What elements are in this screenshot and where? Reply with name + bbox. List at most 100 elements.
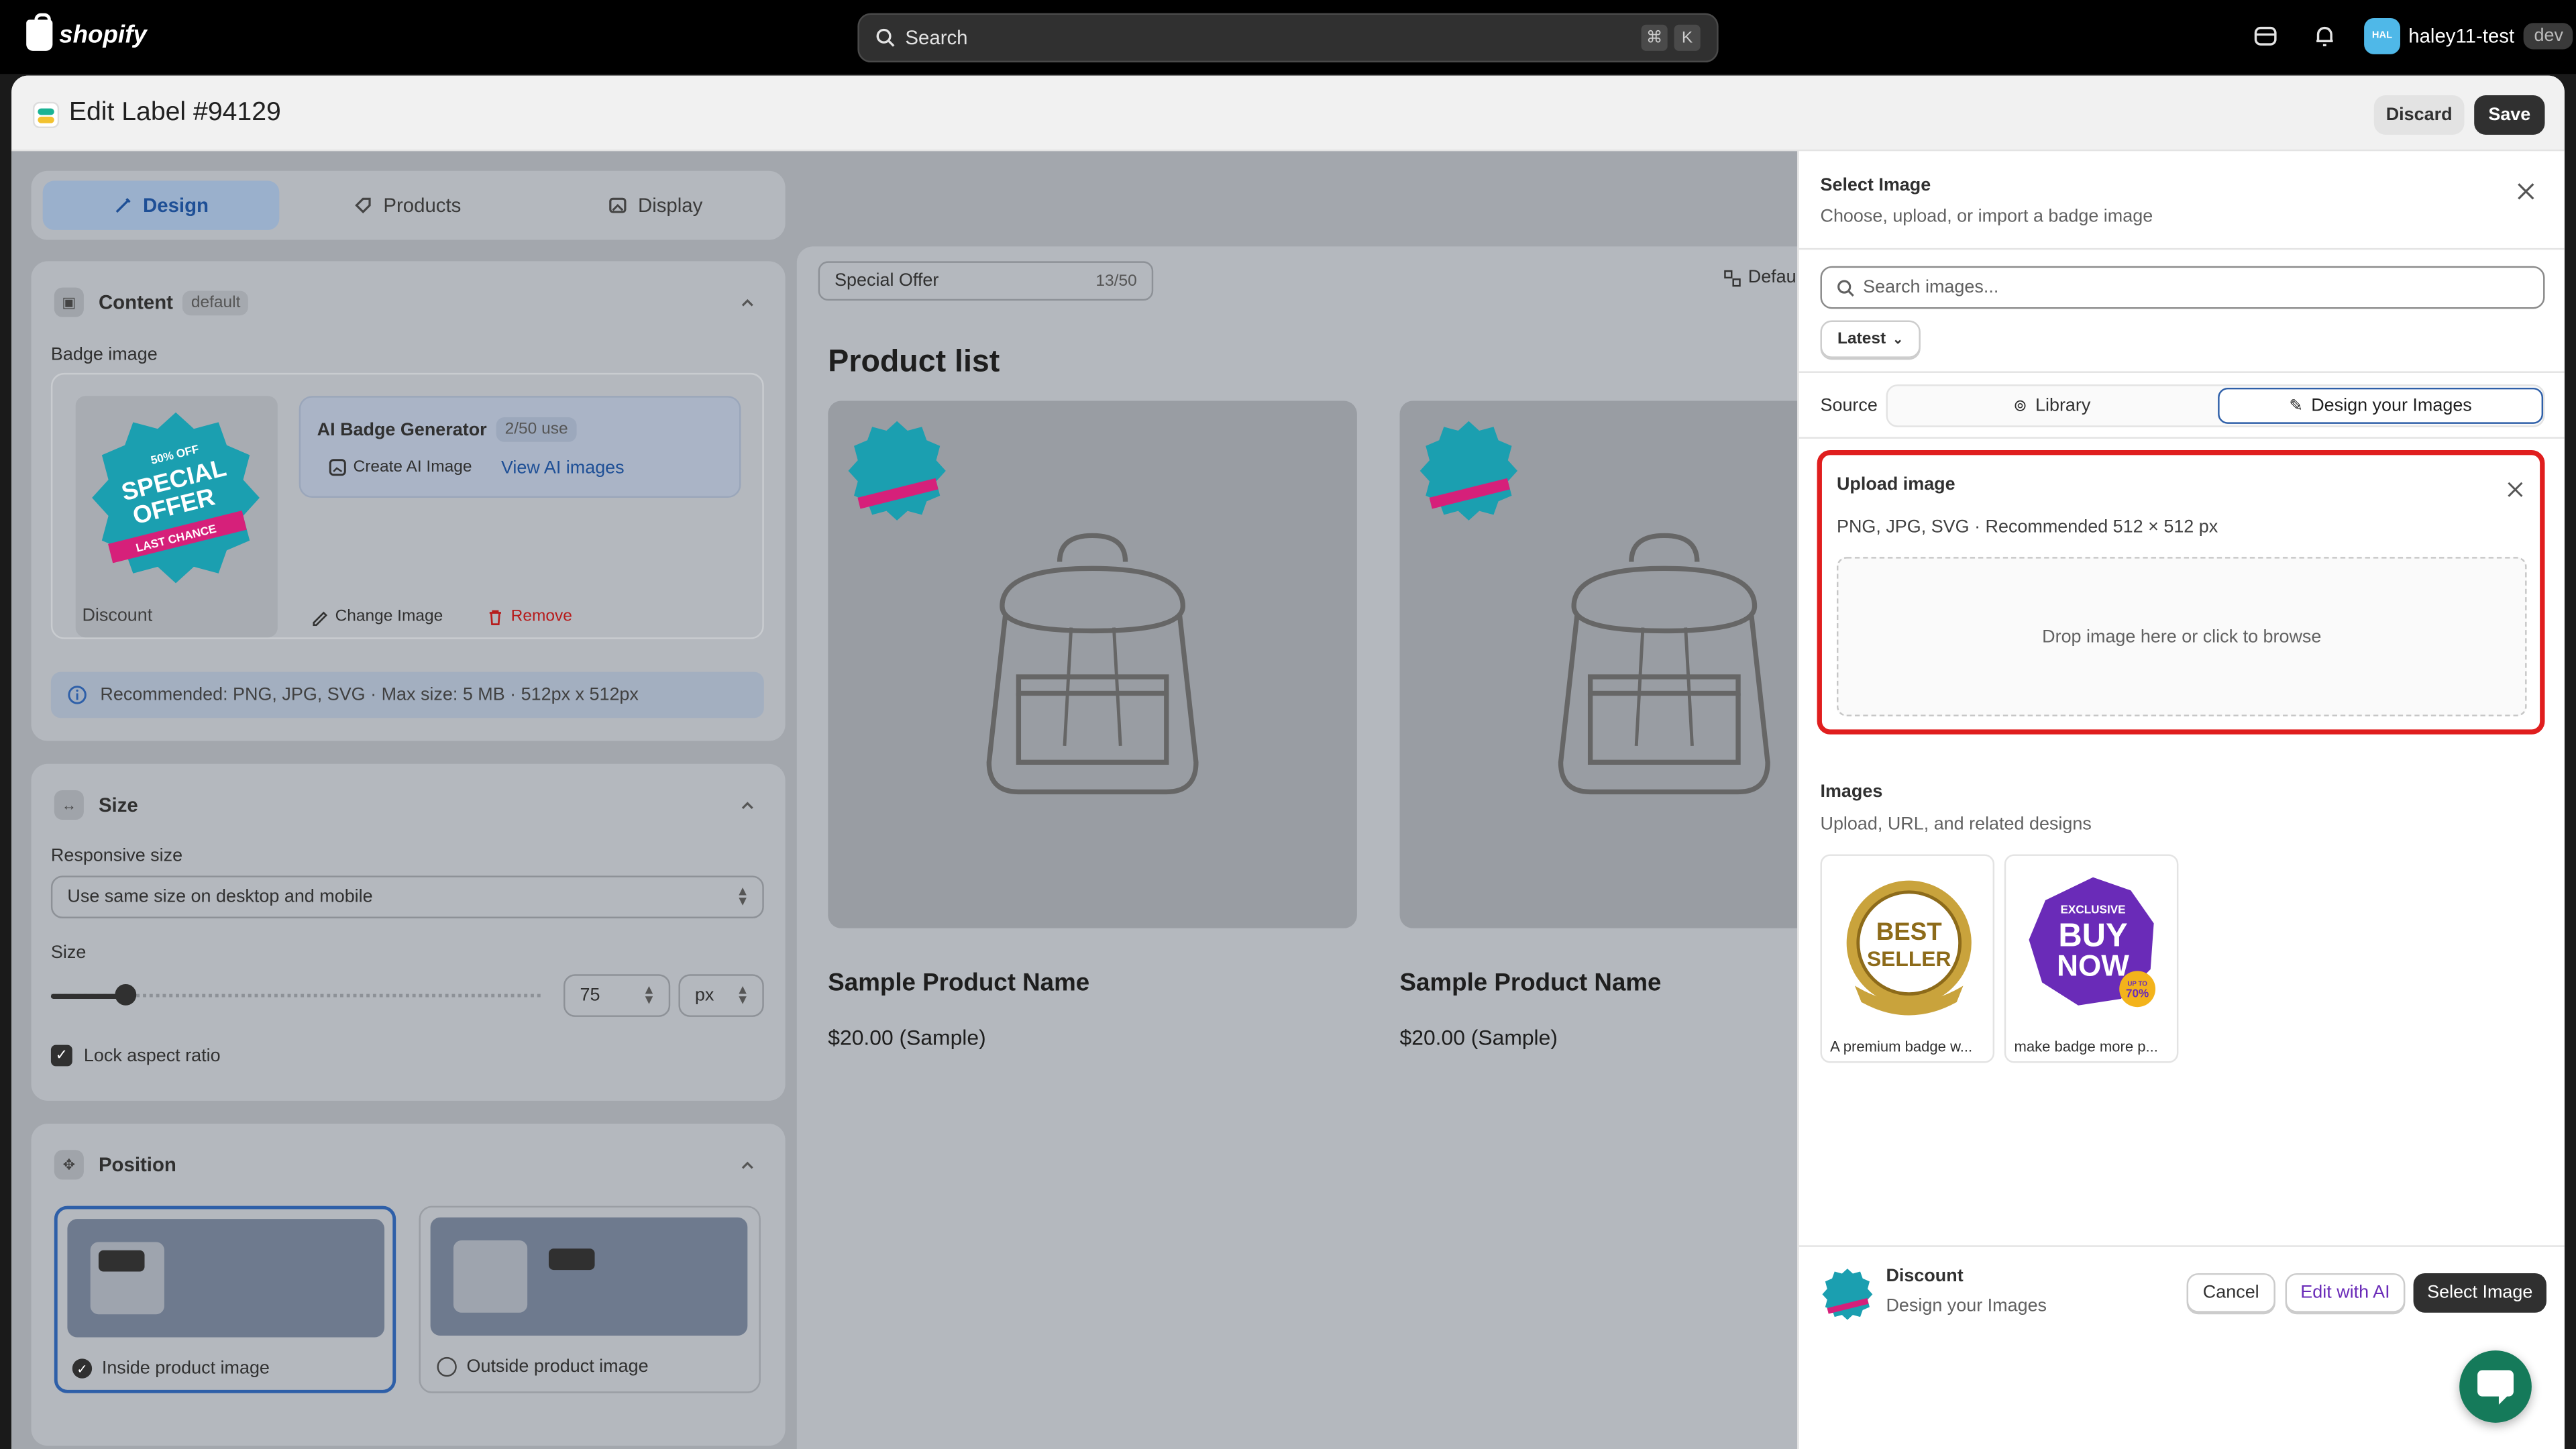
position-outside-option[interactable]: Outside product image	[419, 1205, 761, 1393]
image-thumb[interactable]: EXCLUSIVE BUY NOW UP TO 70% make badge m…	[2004, 854, 2179, 1063]
tab-products[interactable]: Products	[289, 180, 526, 229]
radio-empty-icon	[437, 1356, 457, 1377]
page-header: Edit Label #94129 Discard Save	[11, 75, 2565, 152]
badge-preview-tile[interactable]: 50% OFF SPECIAL OFFER LAST CHANCE Discou…	[75, 396, 278, 638]
thumb-art-line4: 70%	[2126, 987, 2149, 1000]
page-title: Edit Label #94129	[68, 98, 281, 127]
search-icon	[1837, 280, 1854, 297]
position-header[interactable]: ✥ Position	[54, 1150, 176, 1180]
responsive-size-value: Use same size on desktop and mobile	[67, 887, 373, 907]
preview-canvas: Special Offer 13/50 Defau Product list S…	[796, 246, 1929, 1449]
badge-image-label: Badge image	[50, 345, 158, 365]
env-badge: dev	[2524, 23, 2573, 50]
label-text-value: Special Offer	[835, 271, 939, 291]
change-image-label: Change Image	[335, 608, 443, 627]
sort-label: Latest	[1837, 330, 1886, 349]
image-thumb[interactable]: BEST SELLER A premium badge w...	[1820, 854, 1995, 1063]
user-name: haley11-test	[2408, 24, 2515, 48]
save-button[interactable]: Save	[2474, 95, 2545, 135]
user-menu[interactable]: HAL haley11-test dev	[2364, 17, 2573, 54]
product-card-image[interactable]	[828, 400, 1357, 928]
chevron-up-icon[interactable]	[739, 294, 755, 310]
discard-button[interactable]: Discard	[2373, 95, 2465, 135]
default-tag: default	[182, 290, 249, 315]
inside-radio[interactable]: ✓ Inside product image	[72, 1358, 270, 1379]
select-image-panel: Select Image Choose, upload, or import a…	[1797, 151, 2565, 1449]
label-text-input[interactable]: Special Offer 13/50	[818, 261, 1154, 301]
view-ai-images-link[interactable]: View AI images	[501, 458, 625, 478]
stepper-icon[interactable]: ▲ ▼	[643, 983, 655, 1006]
create-ai-image-button[interactable]: Create AI Image	[329, 458, 472, 476]
default-button[interactable]: Defau	[1723, 268, 1796, 288]
tab-label: Products	[383, 193, 462, 217]
best-seller-badge-image: BEST SELLER	[1846, 880, 1972, 1016]
ai-usage-badge: 2/50 use	[496, 417, 576, 442]
size-header[interactable]: ↔ Size	[54, 790, 138, 820]
size-slider-track[interactable]	[50, 983, 541, 1006]
close-icon[interactable]	[2517, 182, 2535, 201]
outside-radio[interactable]: Outside product image	[437, 1356, 649, 1377]
chat-bubble-icon[interactable]	[2459, 1350, 2532, 1423]
size-slider-fill	[50, 994, 125, 999]
image-icon: ▣	[54, 287, 84, 317]
app-frame: Edit Label #94129 Discard Save Design Pr…	[11, 75, 2565, 1449]
chevron-up-icon[interactable]	[739, 797, 755, 813]
search-placeholder: Search images...	[1863, 277, 1999, 298]
lock-aspect-checkbox[interactable]: ✓ Lock aspect ratio	[50, 1044, 221, 1067]
source-design-button[interactable]: ✎ Design your Images	[2218, 387, 2544, 424]
edit-with-ai-button[interactable]: Edit with AI	[2285, 1273, 2406, 1313]
tab-design[interactable]: Design	[42, 180, 280, 230]
dropzone[interactable]: Drop image here or click to browse	[1836, 557, 2527, 716]
size-unit-select[interactable]: px ▲ ▼	[678, 974, 764, 1017]
size-label: Size	[50, 943, 87, 963]
source-toggle: ⊚ Library ✎ Design your Images	[1886, 384, 2545, 427]
global-search[interactable]: Search ⌘ K	[857, 13, 1719, 63]
info-text: Recommended: PNG, JPG, SVG · Max size: 5…	[100, 685, 639, 705]
source-library-button[interactable]: ⊚ Library	[1889, 388, 2214, 424]
thumb-art-line1: BEST	[1876, 918, 1942, 945]
size-card: ↔ Size Responsive size Use same size on …	[31, 763, 786, 1101]
divider	[1799, 437, 2565, 439]
sort-dropdown[interactable]: Latest ⌄	[1820, 320, 1921, 358]
ai-title: AI Badge Generator	[317, 419, 487, 440]
section-title: Position	[98, 1153, 176, 1177]
design-label: Design your Images	[2311, 396, 2472, 416]
select-image-button[interactable]: Select Image	[2413, 1273, 2546, 1313]
content-header[interactable]: ▣ Content default	[54, 287, 249, 317]
thumb-art-line2: SELLER	[1867, 947, 1951, 971]
brush-icon: ✎	[2289, 396, 2303, 415]
store-icon[interactable]	[2253, 23, 2279, 49]
size-unit: px	[694, 985, 714, 1006]
position-inside-option[interactable]: ✓ Inside product image	[54, 1205, 396, 1393]
change-image-button[interactable]: Change Image	[311, 608, 443, 627]
position-inside-preview	[67, 1219, 385, 1338]
chevron-up-icon[interactable]	[739, 1157, 755, 1173]
cancel-button[interactable]: Cancel	[2186, 1273, 2275, 1313]
checkbox-checked-icon: ✓	[50, 1044, 72, 1067]
images-subtitle: Upload, URL, and related designs	[1820, 814, 2092, 835]
tab-display[interactable]: Display	[537, 180, 774, 229]
responsive-size-select[interactable]: Use same size on desktop and mobile ▲ ▼	[50, 875, 764, 918]
product-name: Sample Product Name	[1399, 969, 1662, 998]
images-title: Images	[1820, 782, 1883, 802]
size-slider-handle[interactable]	[114, 983, 136, 1006]
select-arrows-icon: ▲ ▼	[736, 982, 749, 1008]
panel-title: Select Image	[1820, 176, 1931, 196]
section-title: Content	[98, 290, 173, 314]
shopify-logo[interactable]: shopify	[26, 13, 147, 51]
bell-icon[interactable]	[2312, 23, 2338, 49]
ai-image-icon	[329, 459, 346, 476]
divider	[1799, 371, 2565, 373]
remove-button[interactable]: Remove	[486, 608, 572, 626]
lock-aspect-label: Lock aspect ratio	[83, 1045, 221, 1066]
library-icon: ⊚	[2013, 396, 2027, 415]
close-icon[interactable]	[2507, 482, 2523, 498]
badge-image-box: 50% OFF SPECIAL OFFER LAST CHANCE Discou…	[50, 372, 764, 639]
default-label: Defau	[1748, 268, 1796, 288]
backpack-icon	[1558, 533, 1770, 795]
info-banner: Recommended: PNG, JPG, SVG · Max size: 5…	[50, 672, 764, 718]
size-value-input[interactable]: 75 ▲ ▼	[564, 974, 671, 1017]
app-icon	[32, 101, 60, 129]
product-name: Sample Product Name	[828, 969, 1090, 998]
image-search-input[interactable]: Search images...	[1820, 266, 2545, 309]
